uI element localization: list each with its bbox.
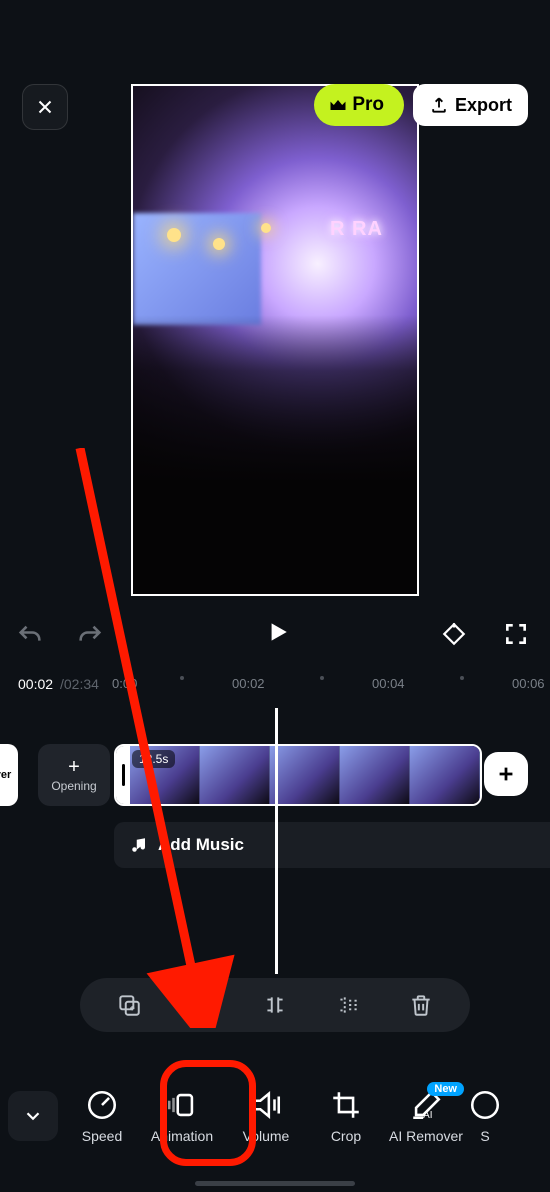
video-preview[interactable]: R RA (131, 84, 419, 596)
split-button[interactable] (255, 985, 295, 1025)
bottom-toolbar: Speed Animation Volume Crop New AI AI Re… (0, 1068, 550, 1164)
tool-crop[interactable]: Crop (308, 1088, 384, 1144)
play-icon (264, 619, 290, 645)
clip-duration-badge: 12.5s (132, 750, 175, 768)
play-button[interactable] (257, 612, 297, 652)
chevron-down-icon (22, 1105, 44, 1127)
duplicate-button[interactable] (109, 985, 149, 1025)
stage-light-icon (167, 228, 181, 242)
ruler-tick-label: 00:04 (372, 676, 405, 691)
clip-thumbnails (130, 746, 480, 804)
ruler-tick-dot (460, 676, 464, 680)
fullscreen-icon (503, 621, 529, 647)
collapse-toolbar-button[interactable] (8, 1091, 58, 1141)
keyframe-button[interactable] (438, 618, 470, 650)
tool-label: Speed (82, 1128, 122, 1144)
undo-icon (16, 622, 44, 650)
add-music-label: Add Music (158, 835, 244, 855)
tool-ai-remover[interactable]: New AI AI Remover (384, 1088, 468, 1144)
keyframe-icon (441, 621, 467, 647)
split-left-icon (189, 992, 215, 1018)
ruler-tick-label: 00:02 (232, 676, 265, 691)
delete-button[interactable] (401, 985, 441, 1025)
export-icon (429, 95, 449, 115)
tool-animation[interactable]: Animation (140, 1088, 224, 1144)
redo-icon (76, 622, 104, 650)
ruler-tick-dot (320, 676, 324, 680)
playhead[interactable] (275, 708, 278, 974)
split-icon (262, 992, 288, 1018)
animation-icon (165, 1088, 199, 1122)
tool-label: Crop (331, 1128, 361, 1144)
cover-button[interactable]: ver (0, 744, 18, 806)
pro-button[interactable]: Pro (314, 84, 404, 126)
plus-icon: + (68, 757, 80, 777)
close-button[interactable] (22, 84, 68, 130)
crown-icon (328, 95, 348, 115)
stage-light-icon (261, 223, 271, 233)
music-note-icon (130, 836, 148, 854)
tool-speed[interactable]: Speed (64, 1088, 140, 1144)
tool-label: S (480, 1128, 489, 1144)
redo-button[interactable] (72, 618, 108, 654)
undo-button[interactable] (12, 618, 48, 654)
quick-actions-bar (80, 978, 470, 1032)
stage-light-icon (213, 238, 225, 250)
cover-label: ver (0, 769, 11, 781)
tool-next-partial[interactable]: S (468, 1088, 502, 1144)
svg-text:AI: AI (423, 1110, 432, 1121)
close-icon (34, 96, 56, 118)
clip-handle-left[interactable] (116, 746, 130, 804)
trash-icon (408, 992, 434, 1018)
timeline-ruler[interactable]: 00:02 /02:34 0:00 00:02 00:04 00:06 (0, 676, 550, 708)
current-time: 00:02 (18, 676, 53, 692)
tool-volume[interactable]: Volume (224, 1088, 308, 1144)
ruler-tick-dot (180, 676, 184, 680)
split-left-button[interactable] (182, 985, 222, 1025)
split-right-button[interactable] (328, 985, 368, 1025)
add-clip-button[interactable] (484, 752, 528, 796)
crop-icon (329, 1088, 363, 1122)
tool-label: Animation (151, 1128, 213, 1144)
volume-icon (249, 1088, 283, 1122)
opening-button[interactable]: + Opening (38, 744, 110, 806)
speed-icon (85, 1088, 119, 1122)
home-indicator (195, 1181, 355, 1186)
preview-frame: R RA (133, 86, 417, 594)
split-right-icon (335, 992, 361, 1018)
stage-sign-text: R RA (330, 218, 383, 241)
ruler-tick-label: 00:06 (512, 676, 545, 691)
tool-label: AI Remover (389, 1128, 463, 1144)
export-label: Export (455, 95, 512, 116)
pro-label: Pro (352, 94, 384, 116)
export-button[interactable]: Export (413, 84, 528, 126)
tool-label: Volume (243, 1128, 290, 1144)
fullscreen-button[interactable] (500, 618, 532, 650)
circle-icon (468, 1088, 502, 1122)
new-badge: New (427, 1082, 464, 1096)
add-music-button[interactable]: Add Music (114, 822, 550, 868)
duplicate-icon (116, 992, 142, 1018)
ruler-tick-label: 0:00 (112, 676, 137, 691)
plus-icon (495, 763, 517, 785)
opening-label: Opening (51, 779, 96, 793)
total-time: /02:34 (60, 676, 99, 692)
